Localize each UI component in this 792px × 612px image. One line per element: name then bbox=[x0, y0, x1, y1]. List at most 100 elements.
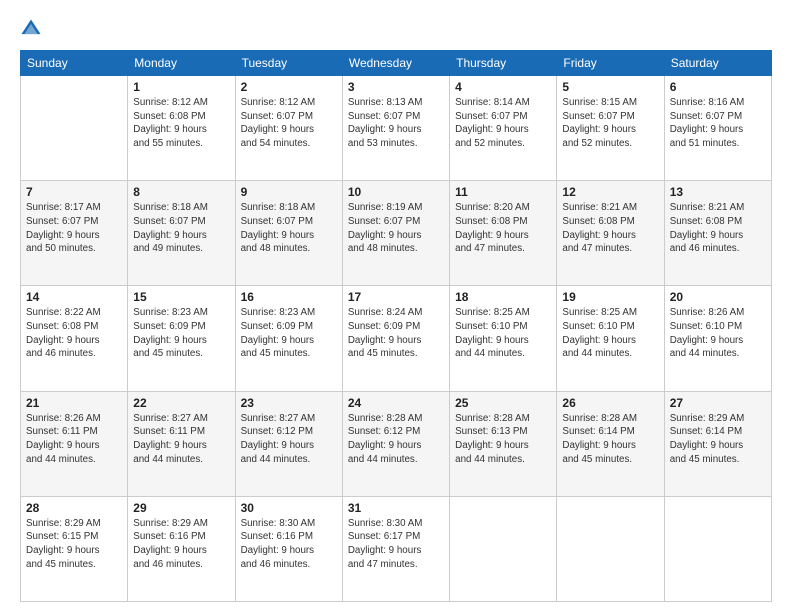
calendar-cell: 25Sunrise: 8:28 AM Sunset: 6:13 PM Dayli… bbox=[450, 391, 557, 496]
day-info: Sunrise: 8:29 AM Sunset: 6:15 PM Dayligh… bbox=[26, 517, 122, 572]
calendar-cell: 27 Sunrise: 8:29 AM Sunset: 6:14 PM Dayli… bbox=[664, 391, 771, 496]
day-number: 16 bbox=[241, 290, 337, 304]
column-header-thursday: Thursday bbox=[450, 51, 557, 76]
logo-icon bbox=[20, 18, 42, 40]
calendar-cell: 15 Sunrise: 8:23 AM Sunset: 6:09 PM Dayli… bbox=[128, 286, 235, 391]
calendar-cell: 3 Sunrise: 8:13 AM Sunset: 6:07 PM Daylig… bbox=[342, 76, 449, 181]
calendar-cell: 30Sunrise: 8:30 AM Sunset: 6:16 PM Dayli… bbox=[235, 496, 342, 601]
calendar-cell: 6 Sunrise: 8:16 AM Sunset: 6:07 PM Daylig… bbox=[664, 76, 771, 181]
day-info: Sunrise: 8:14 AM Sunset: 6:07 PM Dayligh… bbox=[455, 96, 551, 151]
calendar-cell: 4 Sunrise: 8:14 AM Sunset: 6:07 PM Daylig… bbox=[450, 76, 557, 181]
day-number: 11 bbox=[455, 185, 551, 199]
column-header-saturday: Saturday bbox=[664, 51, 771, 76]
column-header-friday: Friday bbox=[557, 51, 664, 76]
calendar-cell: 20Sunrise: 8:26 AM Sunset: 6:10 PM Dayli… bbox=[664, 286, 771, 391]
day-info: Sunrise: 8:27 AM Sunset: 6:11 PM Dayligh… bbox=[133, 412, 229, 467]
day-info: Sunrise: 8:30 AM Sunset: 6:16 PM Dayligh… bbox=[241, 517, 337, 572]
day-info: Sunrise: 8:28 AM Sunset: 6:13 PM Dayligh… bbox=[455, 412, 551, 467]
calendar-cell bbox=[557, 496, 664, 601]
day-info: Sunrise: 8:29 AM Sunset: 6:16 PM Dayligh… bbox=[133, 517, 229, 572]
day-number: 20 bbox=[670, 290, 766, 304]
calendar-cell: 9Sunrise: 8:18 AM Sunset: 6:07 PM Daylig… bbox=[235, 181, 342, 286]
calendar-week-5: 28 Sunrise: 8:29 AM Sunset: 6:15 PM Dayli… bbox=[21, 496, 772, 601]
day-number: 24 bbox=[348, 396, 444, 410]
calendar-cell: 29 Sunrise: 8:29 AM Sunset: 6:16 PM Dayli… bbox=[128, 496, 235, 601]
day-number: 6 bbox=[670, 80, 766, 94]
day-number: 17 bbox=[348, 290, 444, 304]
day-info: Sunrise: 8:24 AM Sunset: 6:09 PM Dayligh… bbox=[348, 306, 444, 361]
day-info: Sunrise: 8:30 AM Sunset: 6:17 PM Dayligh… bbox=[348, 517, 444, 572]
day-info: Sunrise: 8:28 AM Sunset: 6:14 PM Dayligh… bbox=[562, 412, 658, 467]
day-number: 19 bbox=[562, 290, 658, 304]
calendar-week-3: 14 Sunrise: 8:22 AM Sunset: 6:08 PM Dayli… bbox=[21, 286, 772, 391]
calendar-cell: 26 Sunrise: 8:28 AM Sunset: 6:14 PM Dayli… bbox=[557, 391, 664, 496]
day-number: 1 bbox=[133, 80, 229, 94]
column-header-monday: Monday bbox=[128, 51, 235, 76]
page: SundayMondayTuesdayWednesdayThursdayFrid… bbox=[0, 0, 792, 612]
calendar-cell: 31Sunrise: 8:30 AM Sunset: 6:17 PM Dayli… bbox=[342, 496, 449, 601]
day-info: Sunrise: 8:15 AM Sunset: 6:07 PM Dayligh… bbox=[562, 96, 658, 151]
day-number: 3 bbox=[348, 80, 444, 94]
calendar-cell: 23Sunrise: 8:27 AM Sunset: 6:12 PM Dayli… bbox=[235, 391, 342, 496]
day-number: 14 bbox=[26, 290, 122, 304]
calendar-cell: 13 Sunrise: 8:21 AM Sunset: 6:08 PM Dayli… bbox=[664, 181, 771, 286]
calendar-cell: 19 Sunrise: 8:25 AM Sunset: 6:10 PM Dayli… bbox=[557, 286, 664, 391]
calendar-cell: 5 Sunrise: 8:15 AM Sunset: 6:07 PM Daylig… bbox=[557, 76, 664, 181]
day-number: 15 bbox=[133, 290, 229, 304]
day-number: 28 bbox=[26, 501, 122, 515]
calendar-cell: 24 Sunrise: 8:28 AM Sunset: 6:12 PM Dayli… bbox=[342, 391, 449, 496]
calendar-cell: 11 Sunrise: 8:20 AM Sunset: 6:08 PM Dayli… bbox=[450, 181, 557, 286]
day-info: Sunrise: 8:25 AM Sunset: 6:10 PM Dayligh… bbox=[562, 306, 658, 361]
day-number: 21 bbox=[26, 396, 122, 410]
day-info: Sunrise: 8:21 AM Sunset: 6:08 PM Dayligh… bbox=[562, 201, 658, 256]
calendar-week-4: 21 Sunrise: 8:26 AM Sunset: 6:11 PM Dayli… bbox=[21, 391, 772, 496]
day-info: Sunrise: 8:12 AM Sunset: 6:07 PM Dayligh… bbox=[241, 96, 337, 151]
calendar-cell: 14 Sunrise: 8:22 AM Sunset: 6:08 PM Dayli… bbox=[21, 286, 128, 391]
day-number: 18 bbox=[455, 290, 551, 304]
calendar-cell: 28 Sunrise: 8:29 AM Sunset: 6:15 PM Dayli… bbox=[21, 496, 128, 601]
calendar-cell: 8Sunrise: 8:18 AM Sunset: 6:07 PM Daylig… bbox=[128, 181, 235, 286]
day-info: Sunrise: 8:20 AM Sunset: 6:08 PM Dayligh… bbox=[455, 201, 551, 256]
day-number: 27 bbox=[670, 396, 766, 410]
calendar-cell: 22Sunrise: 8:27 AM Sunset: 6:11 PM Dayli… bbox=[128, 391, 235, 496]
calendar-cell bbox=[21, 76, 128, 181]
day-number: 10 bbox=[348, 185, 444, 199]
column-header-wednesday: Wednesday bbox=[342, 51, 449, 76]
day-number: 2 bbox=[241, 80, 337, 94]
day-info: Sunrise: 8:26 AM Sunset: 6:11 PM Dayligh… bbox=[26, 412, 122, 467]
day-number: 8 bbox=[133, 185, 229, 199]
day-number: 5 bbox=[562, 80, 658, 94]
calendar-cell: 1 Sunrise: 8:12 AM Sunset: 6:08 PM Daylig… bbox=[128, 76, 235, 181]
day-number: 29 bbox=[133, 501, 229, 515]
day-number: 26 bbox=[562, 396, 658, 410]
day-info: Sunrise: 8:29 AM Sunset: 6:14 PM Dayligh… bbox=[670, 412, 766, 467]
day-number: 7 bbox=[26, 185, 122, 199]
calendar-week-2: 7 Sunrise: 8:17 AM Sunset: 6:07 PM Daylig… bbox=[21, 181, 772, 286]
day-info: Sunrise: 8:21 AM Sunset: 6:08 PM Dayligh… bbox=[670, 201, 766, 256]
day-info: Sunrise: 8:17 AM Sunset: 6:07 PM Dayligh… bbox=[26, 201, 122, 256]
column-header-sunday: Sunday bbox=[21, 51, 128, 76]
day-info: Sunrise: 8:28 AM Sunset: 6:12 PM Dayligh… bbox=[348, 412, 444, 467]
calendar-cell: 17 Sunrise: 8:24 AM Sunset: 6:09 PM Dayli… bbox=[342, 286, 449, 391]
calendar-cell: 21 Sunrise: 8:26 AM Sunset: 6:11 PM Dayli… bbox=[21, 391, 128, 496]
logo bbox=[20, 18, 46, 40]
day-info: Sunrise: 8:16 AM Sunset: 6:07 PM Dayligh… bbox=[670, 96, 766, 151]
day-number: 9 bbox=[241, 185, 337, 199]
day-info: Sunrise: 8:12 AM Sunset: 6:08 PM Dayligh… bbox=[133, 96, 229, 151]
day-info: Sunrise: 8:13 AM Sunset: 6:07 PM Dayligh… bbox=[348, 96, 444, 151]
calendar-cell bbox=[664, 496, 771, 601]
day-info: Sunrise: 8:27 AM Sunset: 6:12 PM Dayligh… bbox=[241, 412, 337, 467]
calendar-cell: 7 Sunrise: 8:17 AM Sunset: 6:07 PM Daylig… bbox=[21, 181, 128, 286]
calendar-week-1: 1 Sunrise: 8:12 AM Sunset: 6:08 PM Daylig… bbox=[21, 76, 772, 181]
column-header-tuesday: Tuesday bbox=[235, 51, 342, 76]
day-number: 4 bbox=[455, 80, 551, 94]
calendar-cell: 10 Sunrise: 8:19 AM Sunset: 6:07 PM Dayli… bbox=[342, 181, 449, 286]
calendar-cell: 18 Sunrise: 8:25 AM Sunset: 6:10 PM Dayli… bbox=[450, 286, 557, 391]
day-info: Sunrise: 8:22 AM Sunset: 6:08 PM Dayligh… bbox=[26, 306, 122, 361]
day-info: Sunrise: 8:25 AM Sunset: 6:10 PM Dayligh… bbox=[455, 306, 551, 361]
day-number: 13 bbox=[670, 185, 766, 199]
calendar-header-row: SundayMondayTuesdayWednesdayThursdayFrid… bbox=[21, 51, 772, 76]
day-info: Sunrise: 8:23 AM Sunset: 6:09 PM Dayligh… bbox=[133, 306, 229, 361]
day-info: Sunrise: 8:19 AM Sunset: 6:07 PM Dayligh… bbox=[348, 201, 444, 256]
calendar-cell: 16Sunrise: 8:23 AM Sunset: 6:09 PM Dayli… bbox=[235, 286, 342, 391]
